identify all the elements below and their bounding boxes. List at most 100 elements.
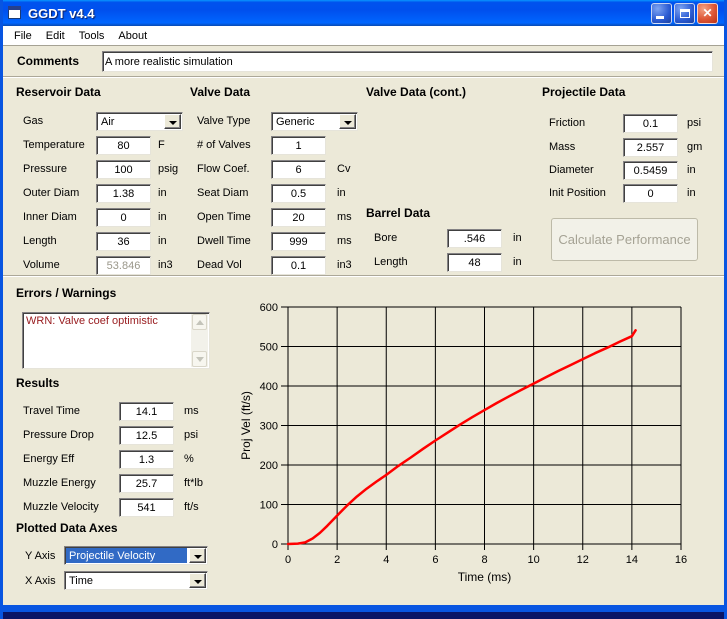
muzzle-energy-field[interactable]	[119, 474, 174, 493]
menu-about[interactable]: About	[111, 28, 154, 44]
bore-unit: in	[513, 232, 522, 244]
y-tick-label: 600	[260, 302, 278, 314]
pressure-drop-unit: psi	[184, 429, 198, 441]
chevron-down-icon[interactable]	[189, 573, 206, 588]
seat-diam-field[interactable]	[271, 184, 326, 203]
volume-field	[96, 256, 151, 275]
gas-select[interactable]: Air	[96, 112, 183, 131]
flow-coef-unit: Cv	[337, 163, 350, 175]
dwell-time-unit: ms	[337, 235, 352, 247]
friction-label: Friction	[549, 117, 585, 129]
gas-select-value: Air	[98, 114, 162, 129]
chevron-down-icon[interactable]	[164, 114, 181, 129]
valve-cont-section-title: Valve Data (cont.)	[366, 85, 466, 99]
x-tick-label: 2	[334, 554, 340, 566]
pressure-drop-label: Pressure Drop	[23, 429, 94, 441]
separator	[3, 275, 724, 277]
warning-message: WRN: Valve coef optimistic	[26, 315, 189, 328]
friction-field[interactable]	[623, 114, 678, 133]
barrel-length-field[interactable]	[447, 253, 502, 272]
y-axis-select[interactable]: Projectile Velocity	[64, 546, 208, 565]
reservoir-section-title: Reservoir Data	[16, 85, 101, 99]
menu-tools[interactable]: Tools	[72, 28, 112, 44]
outer-diam-unit: in	[158, 187, 167, 199]
temperature-unit: F	[158, 139, 165, 151]
energy-eff-field[interactable]	[119, 450, 174, 469]
mass-field[interactable]	[623, 138, 678, 157]
pressure-drop-field[interactable]	[119, 426, 174, 445]
scroll-up-icon	[192, 314, 207, 330]
muzzle-velocity-label: Muzzle Velocity	[23, 501, 99, 513]
diameter-field[interactable]	[623, 161, 678, 180]
pressure-unit: psig	[158, 163, 178, 175]
pressure-field[interactable]	[96, 160, 151, 179]
y-axis-label: Y Axis	[25, 550, 55, 562]
y-tick-label: 200	[260, 460, 278, 472]
temperature-label: Temperature	[23, 139, 85, 151]
window-border	[3, 612, 724, 619]
projectile-section-title: Projectile Data	[542, 85, 625, 99]
bore-field[interactable]	[447, 229, 502, 248]
mass-label: Mass	[549, 141, 575, 153]
friction-unit: psi	[687, 117, 701, 129]
errors-textarea[interactable]: WRN: Valve coef optimistic	[22, 312, 210, 369]
num-valves-field[interactable]	[271, 136, 326, 155]
res-length-field[interactable]	[96, 232, 151, 251]
muzzle-energy-label: Muzzle Energy	[23, 477, 96, 489]
title-bar[interactable]: GGDT v4.4 ✕	[3, 0, 724, 26]
muzzle-velocity-field[interactable]	[119, 498, 174, 517]
open-time-label: Open Time	[197, 211, 251, 223]
menu-file[interactable]: File	[7, 28, 39, 44]
scroll-down-icon	[192, 351, 207, 367]
x-axis-select[interactable]: Time	[64, 571, 208, 590]
minimize-icon	[656, 16, 664, 19]
x-tick-label: 0	[285, 554, 291, 566]
dwell-time-label: Dwell Time	[197, 235, 251, 247]
y-axis-title: Proj Vel (ft/s)	[239, 391, 253, 460]
axes-section-title: Plotted Data Axes	[16, 521, 118, 535]
seat-diam-label: Seat Diam	[197, 187, 248, 199]
num-valves-label: # of Valves	[197, 139, 251, 151]
app-window: GGDT v4.4 ✕ File Edit Tools About Commen…	[0, 0, 727, 619]
valve-type-select-value: Generic	[273, 114, 337, 129]
temperature-field[interactable]	[96, 136, 151, 155]
close-button[interactable]: ✕	[697, 3, 718, 24]
results-section-title: Results	[16, 376, 59, 390]
y-tick-label: 400	[260, 381, 278, 393]
comments-label: Comments	[17, 54, 79, 68]
travel-time-unit: ms	[184, 405, 199, 417]
maximize-button[interactable]	[674, 3, 695, 24]
y-axis-select-value: Projectile Velocity	[66, 548, 187, 563]
y-tick-label: 100	[260, 500, 278, 512]
diameter-label: Diameter	[549, 164, 594, 176]
errors-scrollbar[interactable]	[191, 314, 208, 367]
chevron-down-icon[interactable]	[189, 548, 206, 563]
dwell-time-field[interactable]	[271, 232, 326, 251]
dead-vol-field[interactable]	[271, 256, 326, 275]
open-time-field[interactable]	[271, 208, 326, 227]
x-tick-label: 8	[481, 554, 487, 566]
x-tick-label: 14	[626, 554, 638, 566]
x-axis-title: Time (ms)	[458, 570, 512, 584]
calculate-performance-button: Calculate Performance	[551, 218, 698, 261]
muzzle-velocity-unit: ft/s	[184, 501, 199, 513]
init-position-label: Init Position	[549, 187, 606, 199]
menu-edit[interactable]: Edit	[39, 28, 72, 44]
outer-diam-field[interactable]	[96, 184, 151, 203]
errors-section-title: Errors / Warnings	[16, 286, 116, 300]
separator	[3, 76, 724, 78]
minimize-button[interactable]	[651, 3, 672, 24]
flow-coef-label: Flow Coef.	[197, 163, 250, 175]
barrel-length-label: Length	[374, 256, 408, 268]
valve-type-select[interactable]: Generic	[271, 112, 358, 131]
inner-diam-field[interactable]	[96, 208, 151, 227]
comments-input[interactable]	[102, 51, 713, 72]
chevron-down-icon[interactable]	[339, 114, 356, 129]
x-tick-label: 6	[432, 554, 438, 566]
flow-coef-field[interactable]	[271, 160, 326, 179]
pressure-label: Pressure	[23, 163, 67, 175]
init-position-unit: in	[687, 187, 696, 199]
outer-diam-label: Outer Diam	[23, 187, 79, 199]
init-position-field[interactable]	[623, 184, 678, 203]
travel-time-field[interactable]	[119, 402, 174, 421]
